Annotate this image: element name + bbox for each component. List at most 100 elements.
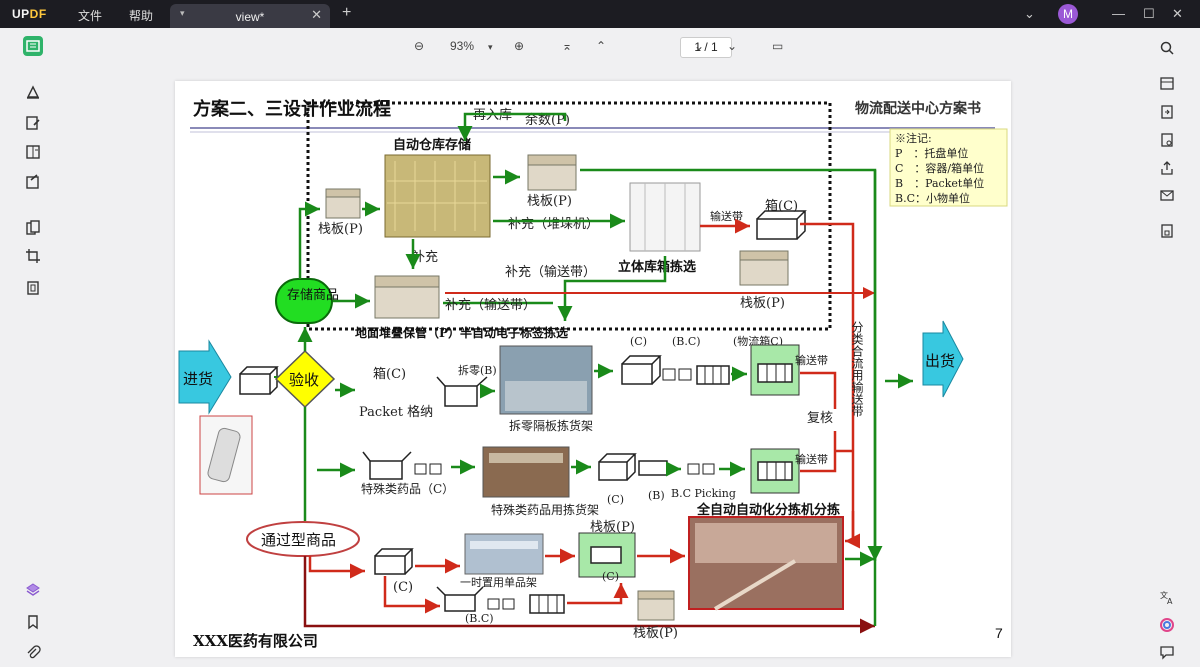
- sort-arrow: [845, 511, 860, 549]
- pallet-box-icon: [325, 188, 361, 219]
- convert-icon[interactable]: [1157, 102, 1177, 122]
- new-tab-icon[interactable]: +: [342, 4, 351, 22]
- menu-help[interactable]: 帮助: [129, 7, 153, 24]
- auto-storage-photo: [384, 154, 491, 238]
- conveyor-label: 输送带: [795, 452, 828, 466]
- title-bar: UPDF 文件 帮助 ▾ view* ✕ + ⌄ M — ☐ ✕: [0, 0, 1200, 28]
- form-icon[interactable]: [23, 172, 43, 192]
- zoom-dropdown-icon[interactable]: ▾: [488, 42, 493, 53]
- page-number-input[interactable]: 1 / 1: [680, 37, 732, 58]
- temp-shelf-label: 一时置用单品架: [460, 576, 537, 589]
- protect-icon[interactable]: [1157, 130, 1177, 150]
- c-label: (C): [602, 570, 619, 583]
- email-icon[interactable]: [1157, 185, 1177, 205]
- flow-arrow: [308, 556, 365, 579]
- pallet-label: 栈板(P): [318, 222, 363, 237]
- bookmark-icon[interactable]: [23, 612, 43, 632]
- c-label: (C): [630, 335, 647, 348]
- conveyor-label: 输送带: [710, 209, 743, 223]
- compress-icon[interactable]: [23, 278, 43, 298]
- open-box-icon: [436, 376, 488, 407]
- reader-mode-icon[interactable]: [23, 36, 43, 56]
- ai-assistant-icon[interactable]: [1157, 615, 1177, 635]
- next-page-icon[interactable]: ⌄: [694, 39, 704, 53]
- photo-detail: [470, 541, 538, 549]
- special-drug-label: 特殊类药品（C）: [361, 481, 454, 496]
- photo-detail: [505, 381, 587, 411]
- pass-goods-label: 通过型商品: [261, 531, 336, 549]
- split-b-label: 拆零(B): [458, 363, 497, 377]
- zoom-in-icon[interactable]: ⊕: [514, 39, 524, 53]
- inspect-label: 验收: [289, 371, 319, 389]
- bc-picking-label: B.C Picking: [671, 487, 736, 500]
- company-name: XXX医药有限公司: [193, 632, 318, 650]
- comment-icon[interactable]: [23, 82, 43, 102]
- pallet-label: 栈板(P): [740, 296, 785, 311]
- svg-text:A: A: [1167, 597, 1173, 605]
- page-organize-icon[interactable]: [23, 142, 43, 162]
- zoom-level[interactable]: 93%: [450, 39, 474, 53]
- first-page-icon[interactable]: ⌅: [562, 39, 572, 53]
- replenish-label: 补充: [412, 249, 438, 265]
- slide-title: 方案二、三设计作业流程: [193, 98, 391, 120]
- updf-window: UPDF 文件 帮助 ▾ view* ✕ + ⌄ M — ☐ ✕ ⊖ 93% ▾…: [0, 0, 1200, 667]
- auto-sorter-label: 全自动自动化分拣机分拣: [696, 502, 840, 518]
- conveyor-label: 输送带: [795, 353, 828, 367]
- replenish-conveyor-label: 补充（输送带）: [505, 264, 596, 280]
- save-icon[interactable]: [1157, 221, 1177, 241]
- auto-storage-label: 自动仓库存储: [393, 137, 471, 153]
- attachment-icon[interactable]: [23, 642, 43, 662]
- layers-icon[interactable]: [23, 580, 43, 600]
- special-shelf-label: 特殊类药品用拣货架: [491, 502, 599, 517]
- inbound-label: 进货: [183, 370, 213, 388]
- right-sidebar: 文A: [1147, 28, 1200, 667]
- split-shelf-label: 拆零隔板拣货架: [509, 418, 593, 433]
- avatar[interactable]: M: [1058, 4, 1078, 24]
- left-sidebar: [0, 28, 56, 667]
- b-label: (B): [648, 489, 665, 502]
- share-icon[interactable]: [1157, 158, 1177, 178]
- chat-icon[interactable]: [1157, 642, 1177, 662]
- note-line: B.C：小物单位: [895, 191, 970, 205]
- close-tab-icon[interactable]: ✕: [311, 7, 322, 23]
- small-boxes-icon: [687, 463, 715, 475]
- note-line: B ：Packet单位: [895, 176, 984, 190]
- close-window-icon[interactable]: ✕: [1172, 6, 1183, 22]
- chevron-down-icon[interactable]: ⌄: [1024, 6, 1035, 22]
- header-right: 物流配送中心方案书: [855, 100, 981, 117]
- pallet-box-icon: [637, 590, 675, 621]
- tab-title: view*: [235, 10, 265, 24]
- box-icon: [598, 453, 637, 481]
- view-toolbar: ⊖ 93% ▾ ⊕ ⌅ ⌃ 1 / 1 ⌄ ⌄ ▭: [56, 28, 1147, 68]
- edit-pdf-icon[interactable]: [23, 113, 43, 133]
- bc-label: (B.C): [465, 612, 494, 625]
- menu-file[interactable]: 文件: [78, 7, 102, 24]
- crop-icon[interactable]: [23, 246, 43, 266]
- document-tab[interactable]: ▾ view* ✕: [170, 4, 330, 28]
- packet-store-label: Packet 格纳: [359, 404, 433, 420]
- floor-stack-label: 地面堆叠保管（P）半自动电子标签拣选: [355, 325, 568, 340]
- box-to-sort-arrow: [800, 222, 855, 541]
- translate-icon[interactable]: 文A: [1157, 587, 1177, 607]
- box-c-label: 箱(C): [373, 366, 406, 382]
- pallet-stack-icon: [374, 275, 440, 319]
- outbound-label: 出货: [925, 352, 955, 370]
- minimize-icon[interactable]: —: [1112, 6, 1125, 21]
- app-logo: UPDF: [12, 7, 47, 21]
- maximize-icon[interactable]: ☐: [1143, 6, 1155, 22]
- search-icon[interactable]: [1157, 38, 1177, 58]
- zoom-out-icon[interactable]: ⊖: [414, 39, 424, 53]
- ocr-icon[interactable]: [1157, 73, 1177, 93]
- organize-pages-icon[interactable]: [23, 218, 43, 238]
- crate-icon: [529, 594, 565, 614]
- bc-label: (B.C): [672, 335, 701, 348]
- conveyor-arrow: [800, 371, 837, 409]
- slide-page-number: 7: [995, 625, 1003, 641]
- crate-icon: [696, 365, 730, 385]
- sort-conveyor-label: 分类合流用输送带: [850, 321, 864, 417]
- previous-page-icon[interactable]: ⌃: [596, 39, 606, 53]
- note-title: ※注记:: [895, 131, 932, 145]
- presentation-icon[interactable]: ▭: [772, 39, 783, 53]
- last-page-icon[interactable]: ⌄: [727, 39, 737, 53]
- box-icon: [638, 460, 668, 476]
